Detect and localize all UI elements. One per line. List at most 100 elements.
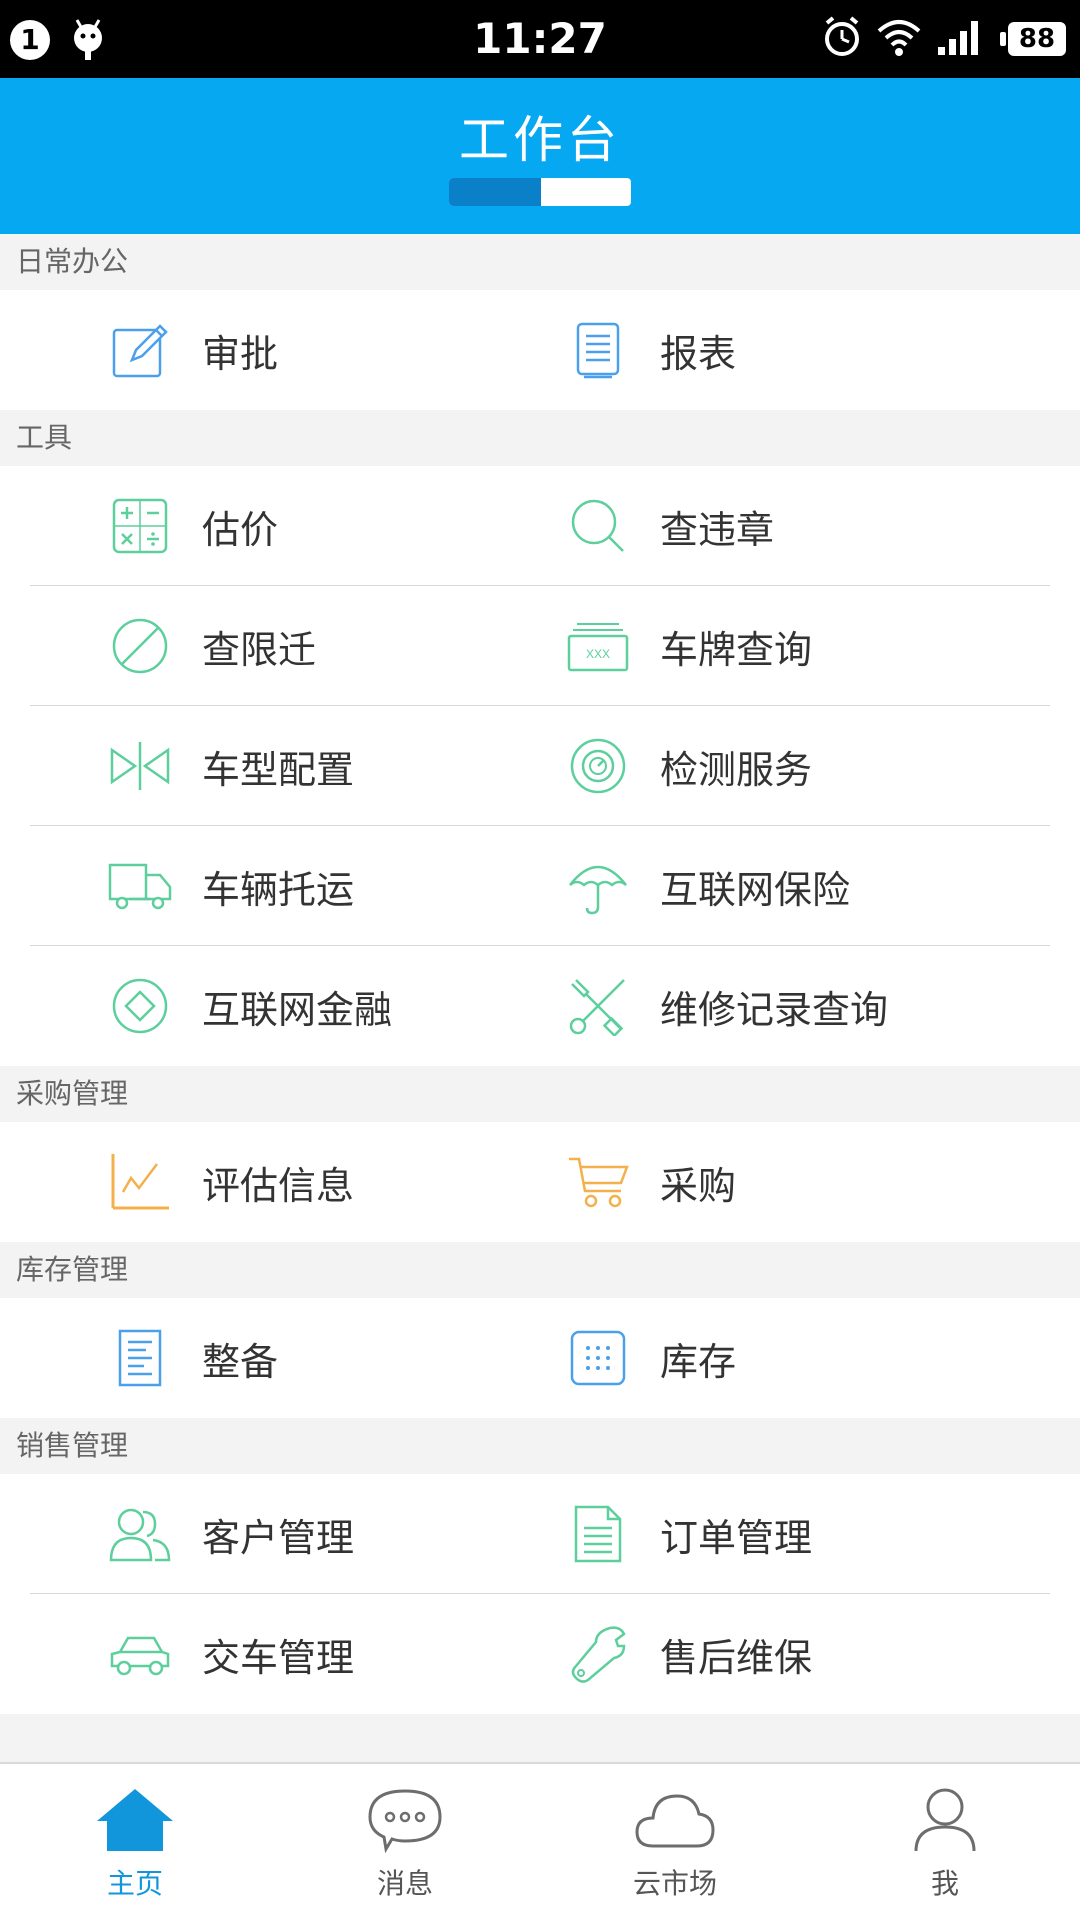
item-label: 互联网保险 [660,867,851,912]
section-row: 审批 报表 [0,290,1080,410]
item-label: 查违章 [660,507,775,552]
section-row: 车型配置 检测服务 [0,706,1080,826]
item-label: 估价 [202,507,279,552]
wrench-icon [566,1622,630,1686]
section-header-office: 日常办公 [0,234,1080,290]
section-row: 估价 查违章 [0,466,1080,586]
wifi-icon [876,17,922,61]
cart-icon [566,1150,630,1214]
grid-icon [566,1326,630,1390]
app-header: 工作台 [0,78,1080,234]
item-label: 售后维保 [660,1635,813,1680]
tab-messages[interactable]: 消息 [270,1764,540,1922]
section-row: 互联网金融 维修记录查询 [0,946,1080,1066]
alarm-icon [822,15,862,63]
item-approval[interactable]: 审批 [108,290,568,410]
car-config-icon [108,734,172,798]
tab-label: 主页 [106,1867,163,1900]
cloud-icon [540,1778,810,1862]
section-header-purchase: 采购管理 [0,1066,1080,1122]
customers-icon [108,1502,172,1566]
item-label: 客户管理 [202,1515,355,1560]
item-assessment-info[interactable]: 评估信息 [108,1122,568,1242]
license-plate-icon: XXX [566,614,630,678]
item-after-sales[interactable]: 售后维保 [566,1594,1026,1714]
svg-text:XXX: XXX [586,647,610,661]
page-title: 工作台 [459,111,621,169]
section-row: 客户管理 订单管理 [0,1474,1080,1594]
android-icon [68,16,108,66]
tab-cloud-market[interactable]: 云市场 [540,1764,810,1922]
item-label: 互联网金融 [202,987,393,1032]
workbench-content: 日常办公 审批 报表 工具 估价 查违章 查限迁 XXX 车牌查询 车型配置 检… [0,234,1080,1766]
item-plate-query[interactable]: XXX 车牌查询 [566,586,1026,706]
finance-icon [108,974,172,1038]
item-inspection[interactable]: 检测服务 [566,706,1026,826]
status-bar: 1 11:27 88 [0,0,1080,78]
home-icon [0,1778,270,1862]
section-header-tools: 工具 [0,410,1080,466]
tab-home[interactable]: 主页 [0,1764,270,1922]
item-label: 查限迁 [202,627,317,672]
item-internet-insurance[interactable]: 互联网保险 [566,826,1026,946]
car-icon [108,1622,172,1686]
section-header-inventory: 库存管理 [0,1242,1080,1298]
item-order-management[interactable]: 订单管理 [566,1474,1026,1594]
item-label: 交车管理 [202,1635,355,1680]
item-label: 整备 [202,1339,279,1384]
item-customer-management[interactable]: 客户管理 [108,1474,568,1594]
item-label: 车牌查询 [660,627,813,672]
item-purchase[interactable]: 采购 [566,1122,1026,1242]
user-icon [810,1778,1080,1862]
item-label: 审批 [202,331,279,376]
item-label: 评估信息 [202,1163,355,1208]
item-migration-limit[interactable]: 查限迁 [108,586,568,706]
signal-icon [936,17,986,61]
truck-icon [108,854,172,918]
tab-label: 消息 [376,1867,433,1900]
item-label: 采购 [660,1163,737,1208]
item-label: 车型配置 [202,747,355,792]
section-row: 交车管理 售后维保 [0,1594,1080,1714]
tab-label: 我 [930,1867,959,1900]
item-violation-query[interactable]: 查违章 [566,466,1026,586]
item-label: 维修记录查询 [660,987,889,1032]
page-switch-toggle[interactable] [449,178,631,206]
item-repair-records[interactable]: 维修记录查询 [566,946,1026,1066]
search-icon [566,494,630,558]
bottom-spacer [0,1714,1080,1766]
item-report[interactable]: 报表 [566,290,1026,410]
section-row: 评估信息 采购 [0,1122,1080,1242]
item-label: 库存 [660,1339,737,1384]
item-model-config[interactable]: 车型配置 [108,706,568,826]
item-preparation[interactable]: 整备 [108,1298,568,1418]
order-icon [566,1502,630,1566]
section-row: 查限迁 XXX 车牌查询 [0,586,1080,706]
item-car-delivery[interactable]: 交车管理 [108,1594,568,1714]
battery-icon: 88 [1000,22,1066,56]
item-label: 订单管理 [660,1515,813,1560]
item-label: 车辆托运 [202,867,355,912]
umbrella-icon [566,854,630,918]
inspection-icon [566,734,630,798]
document-icon [108,1326,172,1390]
section-row: 车辆托运 互联网保险 [0,826,1080,946]
repair-tools-icon [566,974,630,1038]
calculator-icon [108,494,172,558]
edit-icon [108,318,172,382]
tab-me[interactable]: 我 [810,1764,1080,1922]
item-stock[interactable]: 库存 [566,1298,1026,1418]
item-valuation[interactable]: 估价 [108,466,568,586]
section-row: 整备 库存 [0,1298,1080,1418]
page-switch-active-segment[interactable] [449,178,541,206]
notification-count-badge: 1 [10,20,50,60]
item-label: 报表 [660,331,737,376]
item-vehicle-shipping[interactable]: 车辆托运 [108,826,568,946]
bottom-tab-bar: 主页 消息 云市场 我 [0,1762,1080,1922]
item-label: 检测服务 [660,747,813,792]
message-icon [270,1778,540,1862]
report-icon [566,318,630,382]
item-internet-finance[interactable]: 互联网金融 [108,946,568,1066]
prohibited-icon [108,614,172,678]
section-header-sales: 销售管理 [0,1418,1080,1474]
